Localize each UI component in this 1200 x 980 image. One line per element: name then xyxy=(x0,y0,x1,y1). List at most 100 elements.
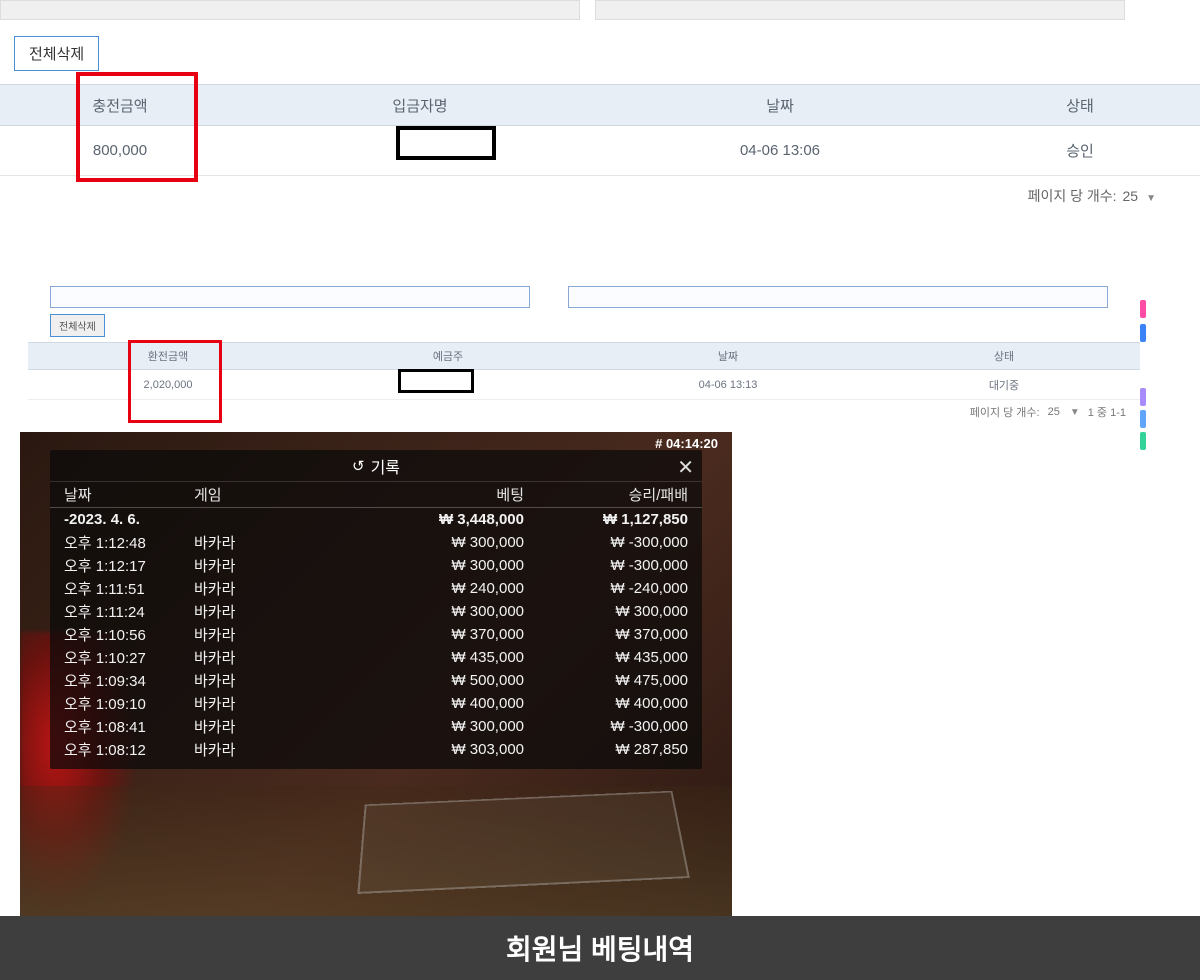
cell-bet: ₩ 303,000 xyxy=(344,741,548,758)
pager: 페이지 당 개수: 25 xyxy=(1028,186,1156,206)
cell-bet: ₩ 370,000 xyxy=(344,626,548,643)
history-summary-row: -2023. 4. 6. ₩ 3,448,000 ₩ 1,127,850 xyxy=(50,508,702,531)
col-name: 입금자명 xyxy=(240,95,600,116)
col-game: 게임 xyxy=(194,484,344,505)
col-winloss: 승리/패배 xyxy=(548,484,688,505)
cell-date: 04-06 13:13 xyxy=(588,379,868,391)
col-date: 날짜 xyxy=(600,95,960,116)
cell-time: 오후 1:09:10 xyxy=(64,693,194,714)
col-amount: 환전금액 xyxy=(28,348,308,364)
edge-color-strips xyxy=(1140,286,1200,466)
chevron-down-icon[interactable] xyxy=(1144,188,1156,204)
history-row[interactable]: 오후 1:11:51바카라₩ 240,000₩ -240,000 xyxy=(50,577,702,600)
history-title-bar: ↺ 기록 ✕ xyxy=(50,450,702,482)
col-name: 예금주 xyxy=(308,348,588,364)
cell-time: 오후 1:10:56 xyxy=(64,624,194,645)
cell-game: 바카라 xyxy=(194,578,344,599)
history-row[interactable]: 오후 1:08:41바카라₩ 300,000₩ -300,000 xyxy=(50,715,702,738)
delete-all-button[interactable]: 전체삭제 xyxy=(14,36,99,71)
cell-amount: 2,020,000 xyxy=(28,379,308,391)
cell-game: 바카라 xyxy=(194,693,344,714)
top-bars xyxy=(0,0,1200,24)
section2-bar-left[interactable] xyxy=(50,286,530,308)
table-row: 2,020,000 04-06 13:13 대기중 xyxy=(28,370,1140,400)
chip-tray xyxy=(357,791,690,894)
col-bet: 베팅 xyxy=(344,484,548,505)
cell-time: 오후 1:08:41 xyxy=(64,716,194,737)
cell-bet: ₩ 300,000 xyxy=(344,534,548,551)
history-title: 기록 xyxy=(371,454,400,478)
history-overlay: ↺ 기록 ✕ 날짜 게임 베팅 승리/패배 -2023. 4. 6. ₩ 3,4… xyxy=(50,450,702,769)
cell-bet: ₩ 240,000 xyxy=(344,580,548,597)
bottom-banner: 회원님 베팅내역 xyxy=(0,916,1200,980)
cell-date: 04-06 13:06 xyxy=(600,142,960,159)
cell-bet: ₩ 500,000 xyxy=(344,672,548,689)
history-row[interactable]: 오후 1:09:34바카라₩ 500,000₩ 475,000 xyxy=(50,669,702,692)
history-row[interactable]: 오후 1:12:48바카라₩ 300,000₩ -300,000 xyxy=(50,531,702,554)
col-status: 상태 xyxy=(960,95,1200,116)
col-date: 날짜 xyxy=(588,348,868,364)
stripe-icon xyxy=(1140,432,1146,450)
history-row[interactable]: 오후 1:08:12바카라₩ 303,000₩ 287,850 xyxy=(50,738,702,761)
cell-winloss: ₩ -300,000 xyxy=(548,718,688,735)
stripe-icon xyxy=(1140,388,1146,406)
cell-time: 오후 1:11:24 xyxy=(64,601,194,622)
cell-winloss: ₩ 400,000 xyxy=(548,695,688,712)
history-row[interactable]: 오후 1:12:17바카라₩ 300,000₩ -300,000 xyxy=(50,554,702,577)
cell-bet: ₩ 300,000 xyxy=(344,603,548,620)
cell-amount: 800,000 xyxy=(0,142,240,159)
cell-time: 오후 1:10:27 xyxy=(64,647,194,668)
pager-value[interactable]: 25 xyxy=(1123,188,1139,204)
section2-bars xyxy=(28,286,1140,314)
pager-label: 페이지 당 개수: xyxy=(1028,186,1117,206)
withdraw-section: 전체삭제 환전금액 예금주 날짜 상태 2,020,000 04-06 13:1… xyxy=(28,286,1140,314)
deposit-table: 충전금액 입금자명 날짜 상태 800,000 04-06 13:06 승인 xyxy=(0,84,1200,176)
game-history-panel: # 04:14:20 ↺ 기록 ✕ 날짜 게임 베팅 승리/패배 -2023. … xyxy=(20,432,732,916)
banner-text: 회원님 베팅내역 xyxy=(506,928,694,968)
summary-bet: ₩ 3,448,000 xyxy=(344,511,548,528)
history-header: 날짜 게임 베팅 승리/패배 xyxy=(50,482,702,508)
cell-status: 대기중 xyxy=(868,377,1140,393)
col-status: 상태 xyxy=(868,348,1140,364)
game-clock: # 04:14:20 xyxy=(655,436,718,451)
cell-winloss: ₩ -300,000 xyxy=(548,557,688,574)
deposit-table-header: 충전금액 입금자명 날짜 상태 xyxy=(0,84,1200,126)
withdraw-table-header: 환전금액 예금주 날짜 상태 xyxy=(28,342,1140,370)
pager-2: 페이지 당 개수: 25 1 중 1-1 xyxy=(970,404,1126,420)
history-row[interactable]: 오후 1:11:24바카라₩ 300,000₩ 300,000 xyxy=(50,600,702,623)
cell-bet: ₩ 435,000 xyxy=(344,649,548,666)
cell-status: 승인 xyxy=(960,140,1200,161)
chevron-down-icon[interactable] xyxy=(1068,406,1080,418)
cell-time: 오후 1:11:51 xyxy=(64,578,194,599)
cell-time: 오후 1:12:48 xyxy=(64,532,194,553)
cell-game: 바카라 xyxy=(194,670,344,691)
top-bar-left xyxy=(0,0,580,20)
cell-winloss: ₩ 300,000 xyxy=(548,603,688,620)
cell-time: 오후 1:12:17 xyxy=(64,555,194,576)
withdraw-table: 환전금액 예금주 날짜 상태 2,020,000 04-06 13:13 대기중 xyxy=(28,342,1140,400)
cell-time: 오후 1:08:12 xyxy=(64,739,194,760)
cell-bet: ₩ 300,000 xyxy=(344,557,548,574)
close-icon[interactable]: ✕ xyxy=(677,455,694,480)
top-bar-right xyxy=(595,0,1125,20)
cell-winloss: ₩ 287,850 xyxy=(548,741,688,758)
pager-range: 1 중 1-1 xyxy=(1088,404,1126,420)
stripe-icon xyxy=(1140,324,1146,342)
section2-bar-right[interactable] xyxy=(568,286,1108,308)
cell-game: 바카라 xyxy=(194,601,344,622)
cell-time: 오후 1:09:34 xyxy=(64,670,194,691)
col-date: 날짜 xyxy=(64,484,194,505)
pager-value[interactable]: 25 xyxy=(1048,406,1060,418)
stripe-icon xyxy=(1140,410,1146,428)
history-row[interactable]: 오후 1:10:27바카라₩ 435,000₩ 435,000 xyxy=(50,646,702,669)
history-row[interactable]: 오후 1:10:56바카라₩ 370,000₩ 370,000 xyxy=(50,623,702,646)
cell-game: 바카라 xyxy=(194,624,344,645)
cell-winloss: ₩ 370,000 xyxy=(548,626,688,643)
pager-label: 페이지 당 개수: xyxy=(970,404,1040,420)
cell-winloss: ₩ 475,000 xyxy=(548,672,688,689)
history-icon: ↺ xyxy=(352,457,365,475)
history-row[interactable]: 오후 1:09:10바카라₩ 400,000₩ 400,000 xyxy=(50,692,702,715)
delete-all-button-2[interactable]: 전체삭제 xyxy=(50,314,105,337)
cell-game: 바카라 xyxy=(194,739,344,760)
table-row: 800,000 04-06 13:06 승인 xyxy=(0,126,1200,176)
